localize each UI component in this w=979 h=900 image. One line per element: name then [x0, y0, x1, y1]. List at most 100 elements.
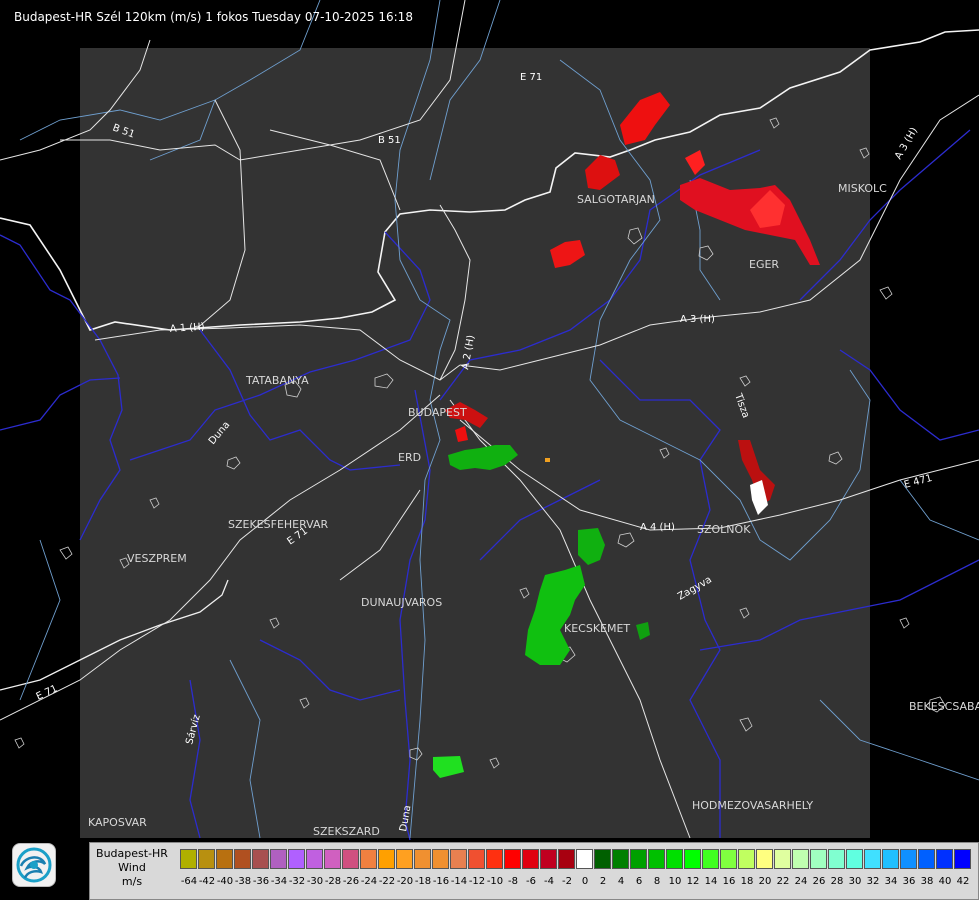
- road-label-e71-south: E 71: [35, 683, 60, 702]
- city-label-budapest: BUDAPEST: [408, 406, 467, 419]
- legend-tick-label: 30: [848, 876, 862, 887]
- legend-swatch: [468, 849, 485, 869]
- legend-tick-label: -64: [180, 876, 198, 887]
- legend-swatch: [828, 849, 845, 869]
- legend-swatch: [180, 849, 197, 869]
- legend-swatch: [846, 849, 863, 869]
- legend-tick-label: 6: [635, 876, 643, 887]
- legend-tick-label: 26: [812, 876, 826, 887]
- legend-tick-label: -4: [544, 876, 554, 887]
- legend-swatch: [810, 849, 827, 869]
- legend-swatch: [270, 849, 287, 869]
- legend-swatch: [684, 849, 701, 869]
- legend-tick-label: -22: [378, 876, 396, 887]
- road-label-b51-north: B 51: [378, 135, 401, 146]
- legend-swatch: [198, 849, 215, 869]
- legend-tick-label: -36: [252, 876, 270, 887]
- city-label-eger: EGER: [749, 258, 779, 271]
- legend-tick-label: -6: [526, 876, 536, 887]
- legend-tick-label: -14: [450, 876, 468, 887]
- legend-tick-label: -42: [198, 876, 216, 887]
- color-legend: Budapest-HR Wind m/s -64 -42 -40 -38 -36 -34-…: [89, 842, 979, 900]
- legend-swatch: [360, 849, 377, 869]
- legend-swatch: [720, 849, 737, 869]
- legend-swatch: [756, 849, 773, 869]
- legend-swatch: [252, 849, 269, 869]
- city-label-kaposvar: KAPOSVAR: [88, 816, 147, 829]
- legend-swatch: [954, 849, 971, 869]
- legend-tick-label: 0: [581, 876, 589, 887]
- radar-map: B 51 B 51 A 3 (H) A 3 (H) A 1 (H) A 2 (H…: [0, 0, 979, 841]
- legend-swatch: [234, 849, 251, 869]
- legend-tick-label: -12: [468, 876, 486, 887]
- legend-swatch: [864, 849, 881, 869]
- legend-tick-label: -32: [288, 876, 306, 887]
- legend-tick-label: -38: [234, 876, 252, 887]
- legend-swatches: [180, 849, 972, 869]
- city-label-szolnok: SZOLNOK: [697, 523, 751, 536]
- legend-swatch: [414, 849, 431, 869]
- legend-swatch: [612, 849, 629, 869]
- legend-tick-label: -30: [306, 876, 324, 887]
- city-label-bekescsaba: BEKESCSABA: [909, 700, 979, 713]
- city-label-dunaujvaros: DUNAUJVAROS: [361, 596, 442, 609]
- road-label-a4: A 4 (H): [640, 522, 675, 533]
- legend-swatch: [540, 849, 557, 869]
- legend-station: Budapest-HR: [96, 847, 168, 860]
- legend-tick-label: -34: [270, 876, 288, 887]
- legend-tick-label: 22: [776, 876, 790, 887]
- legend-swatch: [558, 849, 575, 869]
- legend-swatch: [702, 849, 719, 869]
- legend-tick-label: -28: [324, 876, 342, 887]
- legend-unit: m/s: [121, 875, 143, 888]
- city-label-kecskemet: KECSKEMET: [564, 622, 630, 635]
- legend-swatch: [738, 849, 755, 869]
- legend-swatch: [576, 849, 593, 869]
- legend-swatch: [306, 849, 323, 869]
- radar-title: Budapest-HR Szél 120km (m/s) 1 fokos Tue…: [14, 10, 413, 24]
- legend-tick-label: 20: [758, 876, 772, 887]
- legend-swatch: [216, 849, 233, 869]
- legend-tick-label: -24: [360, 876, 378, 887]
- city-label-hodmezovasarhely: HODMEZOVASARHELY: [692, 799, 813, 812]
- legend-swatch: [666, 849, 683, 869]
- service-logo-icon: [12, 843, 56, 887]
- legend-tick-label: 18: [740, 876, 754, 887]
- legend-tick-label: 4: [617, 876, 625, 887]
- legend-swatch: [792, 849, 809, 869]
- legend-swatch: [774, 849, 791, 869]
- legend-tick-label: 32: [866, 876, 880, 887]
- legend-tick-label: -8: [508, 876, 518, 887]
- city-label-salgotarjan: SALGOTARJAN: [577, 193, 655, 206]
- city-label-szekesfehervar: SZEKESFEHERVAR: [228, 518, 329, 531]
- legend-tick-label: 10: [668, 876, 682, 887]
- legend-ticks: -64 -42 -40 -38 -36 -34 -32 -30 -28 -26 -24 -22 -20-…: [180, 876, 972, 887]
- legend-tick-label: 28: [830, 876, 844, 887]
- legend-swatch: [324, 849, 341, 869]
- legend-tick-label: 42: [956, 876, 970, 887]
- legend-tick-label: -10: [486, 876, 504, 887]
- legend-tick-label: 24: [794, 876, 808, 887]
- legend-swatch: [594, 849, 611, 869]
- legend-tick-label: -2: [562, 876, 572, 887]
- legend-tick-label: 16: [722, 876, 736, 887]
- road-label-e71-north: E 71: [520, 72, 542, 83]
- legend-swatch: [288, 849, 305, 869]
- legend-swatch: [522, 849, 539, 869]
- legend-swatch: [342, 849, 359, 869]
- legend-swatch: [486, 849, 503, 869]
- city-label-szekszard: SZEKSZARD: [313, 825, 380, 838]
- legend-swatch: [450, 849, 467, 869]
- legend-swatch: [918, 849, 935, 869]
- city-label-erd: ERD: [398, 451, 421, 464]
- legend-tick-label: -26: [342, 876, 360, 887]
- legend-tick-label: -40: [216, 876, 234, 887]
- legend-tick-label: 38: [920, 876, 934, 887]
- legend-tick-label: 36: [902, 876, 916, 887]
- legend-tick-label: 2: [599, 876, 607, 887]
- road-label-a3-central: A 3 (H): [680, 314, 715, 325]
- legend-swatch: [936, 849, 953, 869]
- legend-swatch: [378, 849, 395, 869]
- legend-swatch: [882, 849, 899, 869]
- legend-swatch: [396, 849, 413, 869]
